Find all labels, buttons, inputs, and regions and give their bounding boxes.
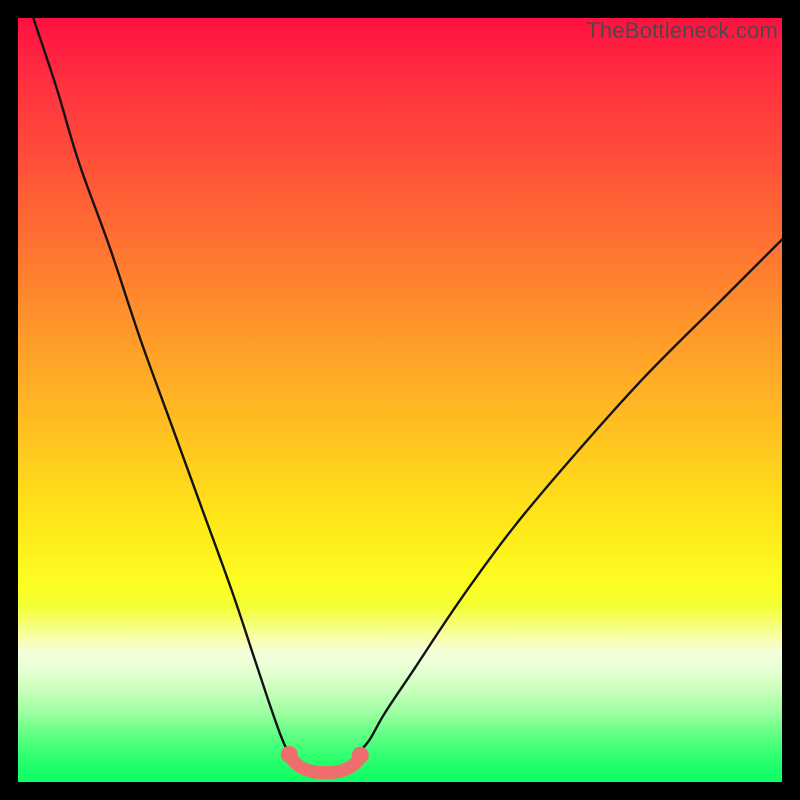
chart-svg — [18, 18, 782, 782]
bottom-marker-dots — [281, 746, 369, 764]
marker-dot — [352, 747, 369, 764]
plot-area: TheBottleneck.com — [18, 18, 782, 782]
bottom-marker-curve — [289, 755, 360, 773]
marker-dot — [281, 746, 298, 763]
right-curve — [358, 240, 782, 753]
chart-frame: TheBottleneck.com — [0, 0, 800, 800]
left-curve — [33, 18, 289, 755]
